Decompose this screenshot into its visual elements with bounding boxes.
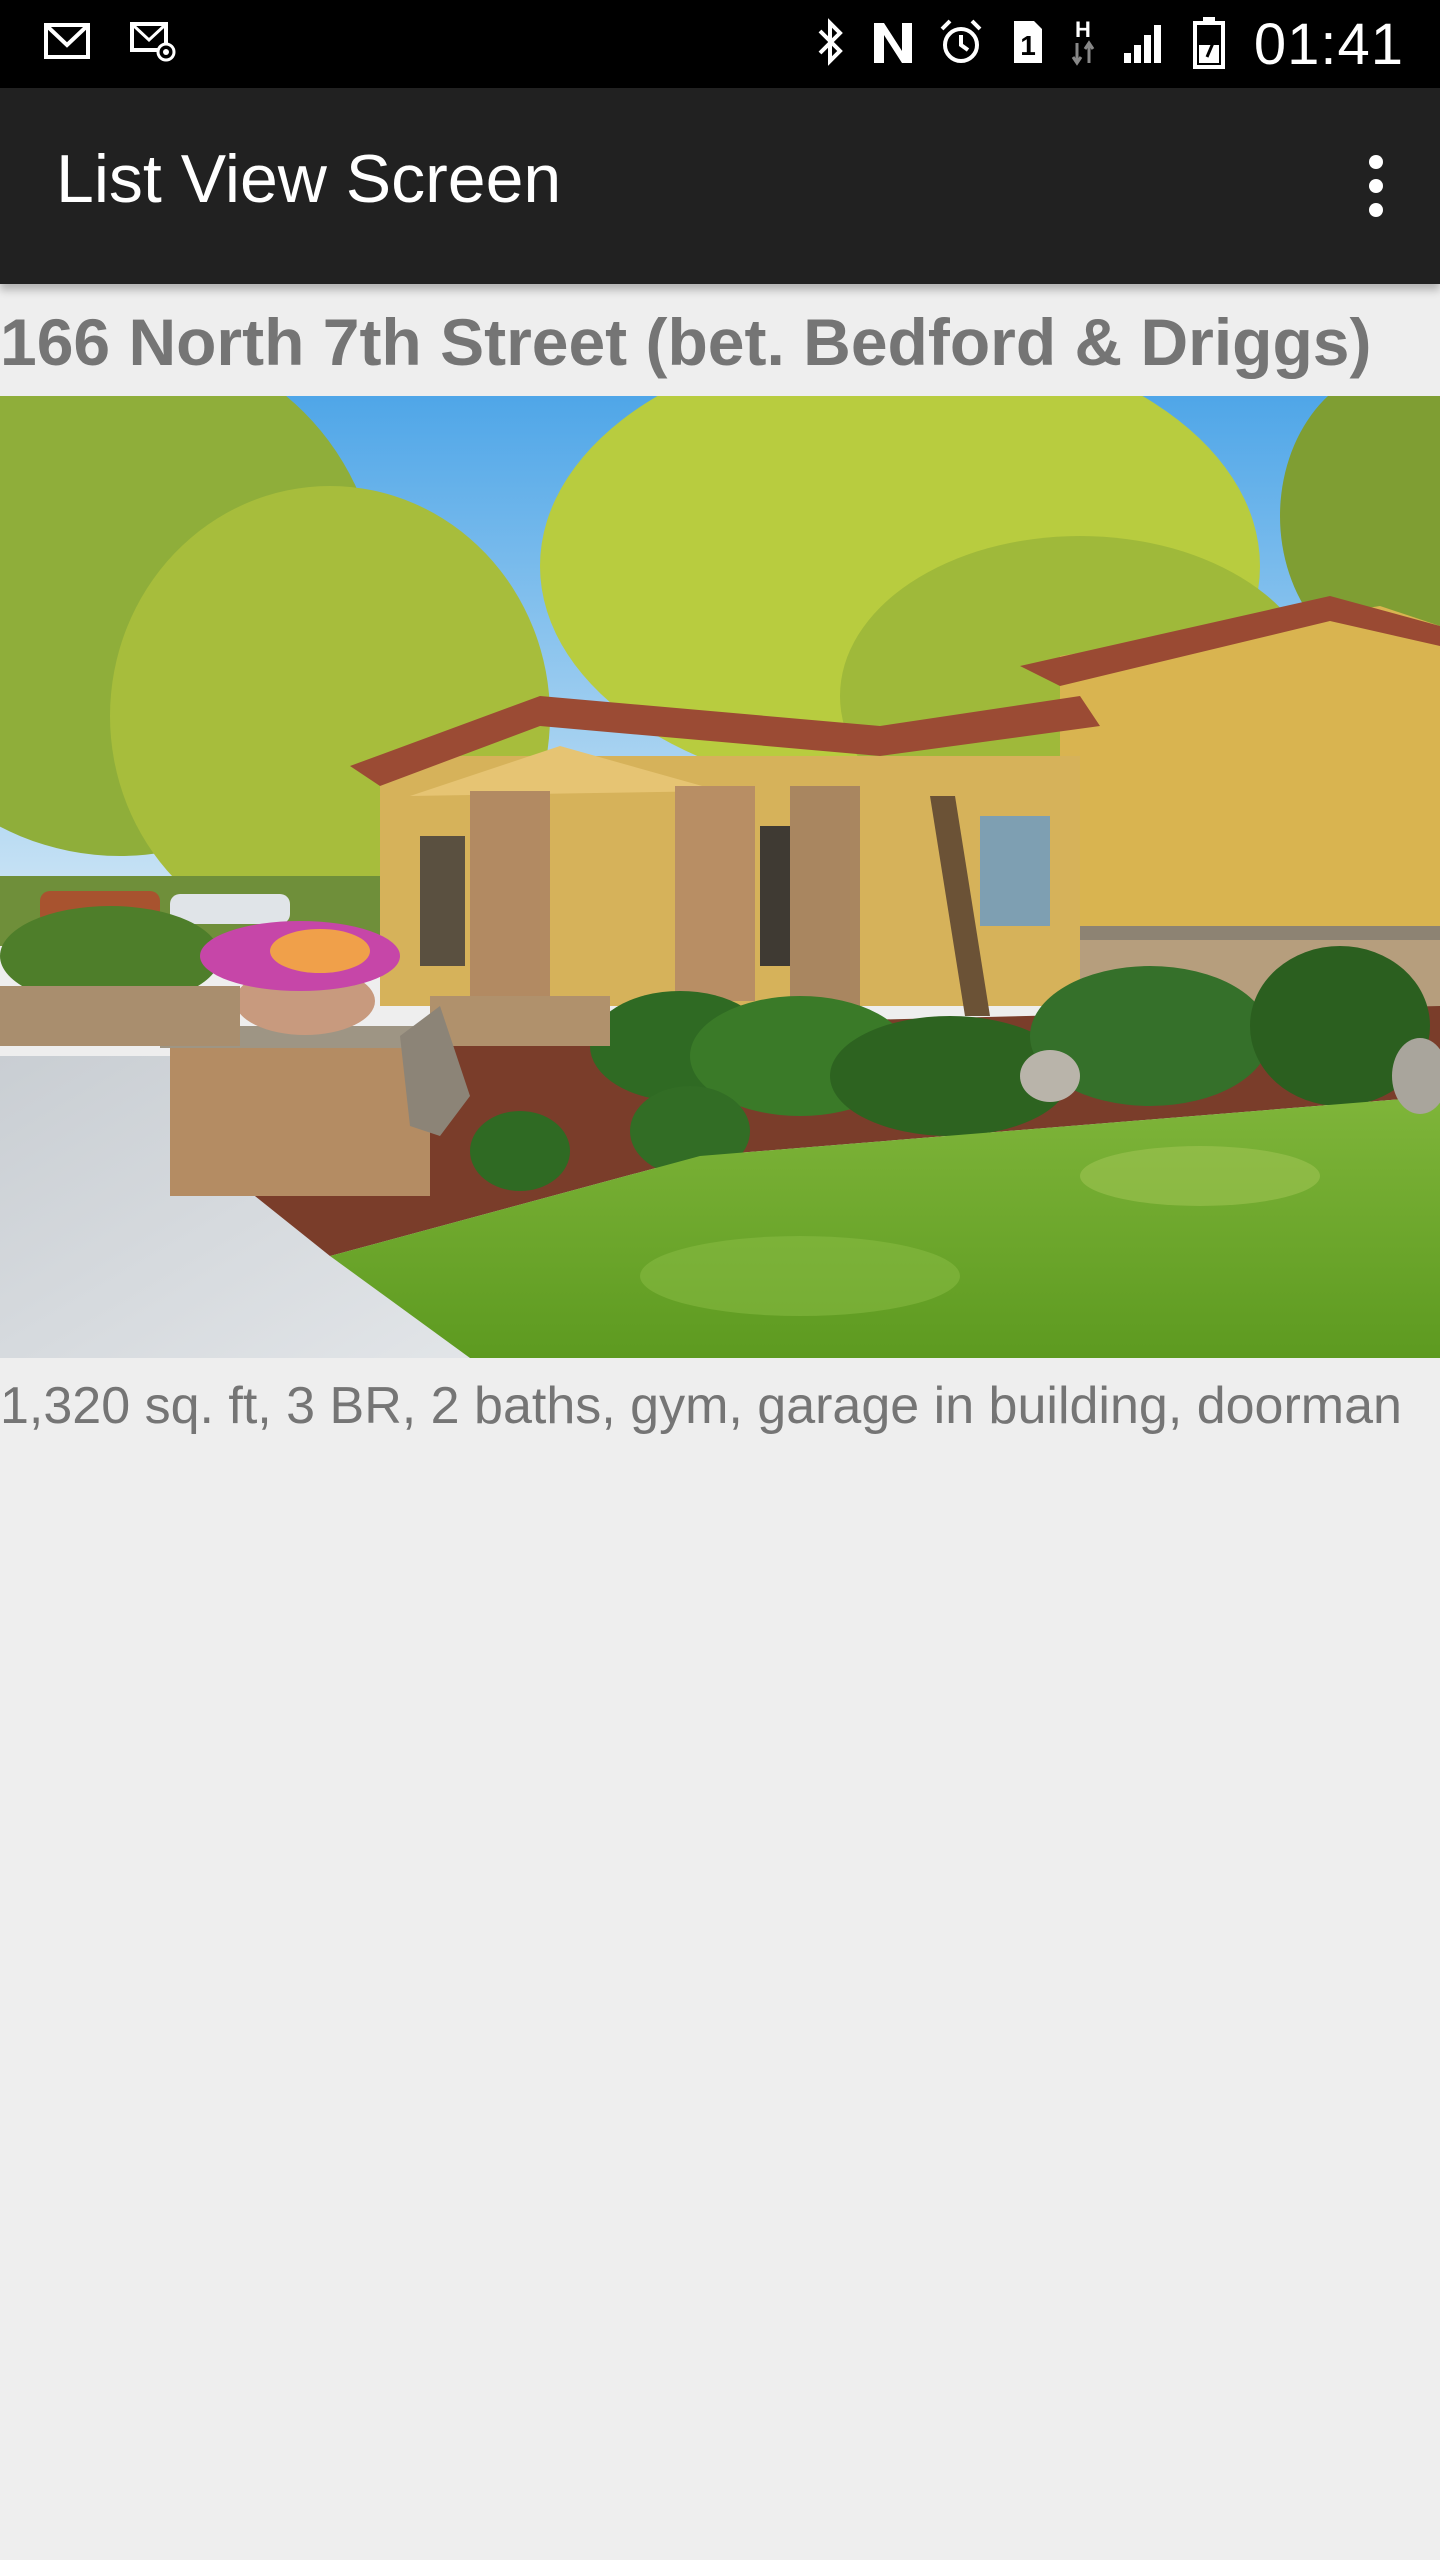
status-bar: 1 H 01:41 — [0, 0, 1440, 88]
listing-title: 166 North 7th Street (bet. Bedford & Dri… — [0, 305, 1372, 379]
listing-description: 1,320 sq. ft, 3 BR, 2 baths, gym, garage… — [0, 1377, 1402, 1435]
app-title: List View Screen — [56, 141, 562, 217]
system-icons: 1 H 01:41 — [814, 10, 1404, 78]
status-time: 01:41 — [1253, 11, 1404, 77]
bluetooth-icon — [814, 17, 848, 72]
nfc-icon — [870, 17, 916, 72]
alarm-icon — [938, 17, 984, 72]
app-bar: List View Screen — [0, 88, 1440, 284]
more-vert-icon — [1369, 155, 1383, 169]
h-data-icon: H — [1068, 15, 1098, 74]
svg-text:H: H — [1075, 17, 1091, 42]
house-photo — [0, 396, 1440, 1358]
sim-1-icon: 1 — [1006, 17, 1046, 72]
svg-text:1: 1 — [1020, 30, 1036, 61]
signal-icon — [1120, 17, 1170, 72]
gmail-icon — [44, 21, 90, 66]
battery-icon — [1192, 15, 1226, 74]
email-notification-icon — [130, 20, 176, 67]
more-options-button[interactable] — [1340, 138, 1412, 234]
notification-icons — [44, 20, 176, 67]
